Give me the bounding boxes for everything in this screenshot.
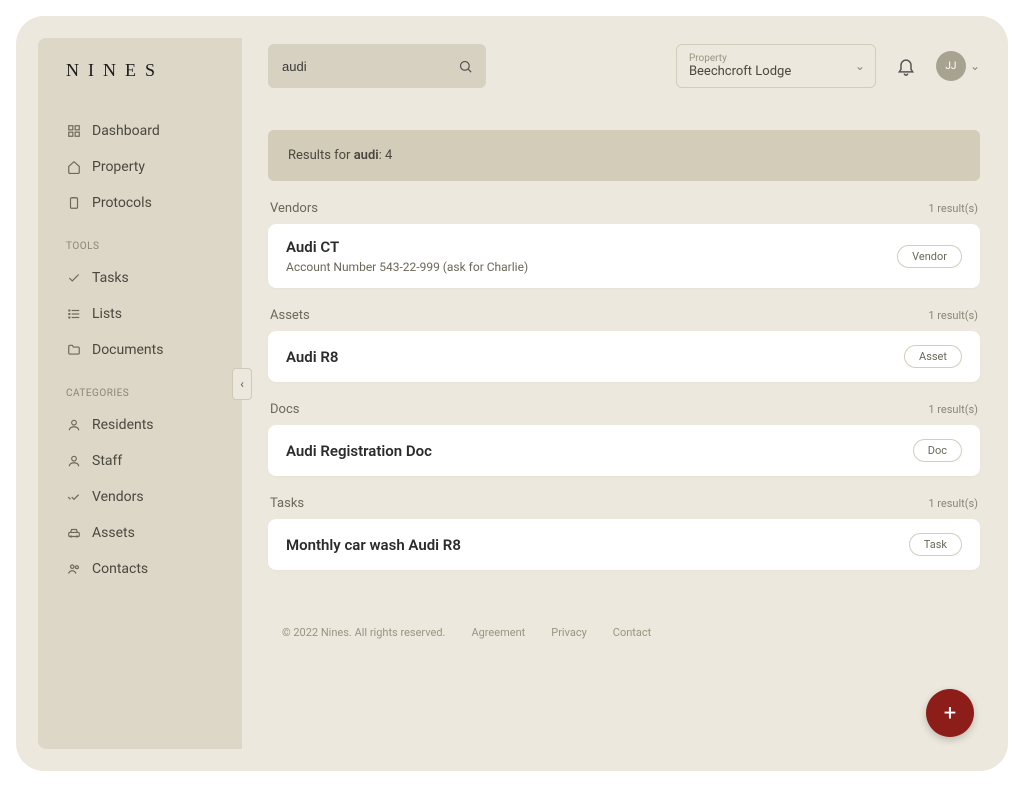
search-input[interactable] [282, 59, 458, 74]
sidebar-item-label: Tasks [92, 270, 129, 286]
result-badge: Task [909, 533, 962, 556]
group-count: 1 result(s) [928, 202, 978, 215]
sidebar-item-dashboard[interactable]: Dashboard [38, 113, 242, 149]
group-count: 1 result(s) [928, 403, 978, 416]
result-group-docs: Docs 1 result(s) Audi Registration Doc D… [268, 398, 980, 476]
search-box[interactable] [268, 44, 486, 88]
result-card[interactable]: Audi Registration Doc Doc [268, 425, 980, 476]
sidebar: NINES Dashboard Property [38, 38, 242, 749]
sidebar-item-label: Vendors [92, 489, 144, 505]
group-heading: Assets [270, 308, 310, 323]
sidebar-item-label: Assets [92, 525, 135, 541]
sidebar-item-label: Documents [92, 342, 163, 358]
footer-link-agreement[interactable]: Agreement [471, 626, 525, 639]
add-button[interactable]: + [926, 689, 974, 737]
result-badge: Asset [904, 345, 962, 368]
sidebar-item-documents[interactable]: Documents [38, 332, 242, 368]
sidebar-collapse-button[interactable]: ‹ [232, 368, 252, 400]
sidebar-item-staff[interactable]: Staff [38, 443, 242, 479]
folder-icon [66, 342, 82, 358]
property-dropdown[interactable]: Property Beechcroft Lodge ⌄ [676, 44, 876, 88]
group-heading: Vendors [270, 201, 318, 216]
car-icon [66, 525, 82, 541]
people-icon [66, 561, 82, 577]
results-term: audi [354, 148, 379, 163]
footer-link-contact[interactable]: Contact [613, 626, 651, 639]
clipboard-icon [66, 195, 82, 211]
result-title: Audi CT [286, 238, 528, 256]
result-card[interactable]: Monthly car wash Audi R8 Task [268, 519, 980, 570]
sidebar-item-label: Property [92, 159, 145, 175]
avatar: JJ [936, 51, 966, 81]
group-count: 1 result(s) [928, 497, 978, 510]
dashboard-icon [66, 123, 82, 139]
check-icon [66, 270, 82, 286]
person-icon [66, 453, 82, 469]
results-count: 4 [385, 148, 392, 163]
footer-copyright: © 2022 Nines. All rights reserved. [282, 626, 445, 639]
group-heading: Tasks [270, 496, 304, 511]
nav-primary: Dashboard Property Protocols [38, 113, 242, 221]
result-title: Audi R8 [286, 348, 338, 366]
sidebar-item-vendors[interactable]: Vendors [38, 479, 242, 515]
result-subtitle: Account Number 543-22-999 (ask for Charl… [286, 260, 528, 274]
sidebar-item-tasks[interactable]: Tasks [38, 260, 242, 296]
sidebar-item-lists[interactable]: Lists [38, 296, 242, 332]
group-count: 1 result(s) [928, 309, 978, 322]
results-summary: Results for audi: 4 [268, 130, 980, 181]
sidebar-item-label: Protocols [92, 195, 152, 211]
result-group-assets: Assets 1 result(s) Audi R8 Asset [268, 304, 980, 382]
result-card[interactable]: Audi R8 Asset [268, 331, 980, 382]
list-icon [66, 306, 82, 322]
result-group-tasks: Tasks 1 result(s) Monthly car wash Audi … [268, 492, 980, 570]
sidebar-item-label: Contacts [92, 561, 148, 577]
results-prefix: Results for [288, 148, 354, 163]
nav-heading-tools: TOOLS [38, 231, 242, 260]
search-icon [458, 59, 473, 74]
result-badge: Vendor [897, 245, 962, 268]
person-icon [66, 417, 82, 433]
footer: © 2022 Nines. All rights reserved. Agree… [268, 626, 980, 639]
result-title: Audi Registration Doc [286, 442, 432, 460]
footer-link-privacy[interactable]: Privacy [551, 626, 587, 639]
sidebar-item-assets[interactable]: Assets [38, 515, 242, 551]
sidebar-item-property[interactable]: Property [38, 149, 242, 185]
sidebar-item-label: Dashboard [92, 123, 160, 139]
user-menu[interactable]: JJ ⌄ [936, 51, 980, 81]
chevron-down-icon: ⌄ [855, 59, 865, 73]
sidebar-item-residents[interactable]: Residents [38, 407, 242, 443]
topbar: Property Beechcroft Lodge ⌄ JJ ⌄ [268, 38, 980, 94]
sidebar-item-label: Residents [92, 417, 154, 433]
handshake-icon [66, 489, 82, 505]
chevron-down-icon: ⌄ [970, 59, 980, 73]
nav-tools: TOOLS Tasks Lists Do [38, 231, 242, 368]
property-dropdown-label: Property [689, 53, 863, 64]
result-group-vendors: Vendors 1 result(s) Audi CT Account Numb… [268, 197, 980, 288]
plus-icon: + [944, 701, 956, 726]
notifications-button[interactable] [892, 52, 920, 80]
nav-heading-categories: CATEGORIES [38, 378, 242, 407]
property-dropdown-value: Beechcroft Lodge [689, 64, 863, 79]
sidebar-item-label: Staff [92, 453, 122, 469]
main: Property Beechcroft Lodge ⌄ JJ ⌄ Results… [242, 38, 986, 749]
sidebar-item-label: Lists [92, 306, 122, 322]
home-icon [66, 159, 82, 175]
sidebar-item-contacts[interactable]: Contacts [38, 551, 242, 587]
group-heading: Docs [270, 402, 299, 417]
chevron-left-icon: ‹ [240, 377, 244, 391]
result-title: Monthly car wash Audi R8 [286, 536, 461, 554]
result-card[interactable]: Audi CT Account Number 543-22-999 (ask f… [268, 224, 980, 288]
sidebar-item-protocols[interactable]: Protocols [38, 185, 242, 221]
bell-icon [896, 56, 916, 76]
brand-logo: NINES [38, 60, 242, 81]
nav-categories: CATEGORIES Residents Staff [38, 378, 242, 587]
result-badge: Doc [913, 439, 962, 462]
